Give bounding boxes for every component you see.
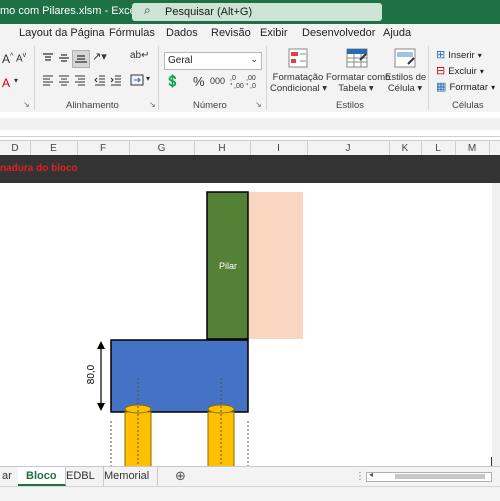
column-header[interactable]: L [421,141,456,156]
tab-formulas[interactable]: Fórmulas [109,27,155,39]
cell-styles-icon [394,48,416,71]
divider [428,46,429,110]
delete-button[interactable]: ⊟ Excluir ▾ [436,64,484,77]
font-color-icon[interactable]: A [2,76,10,90]
svg-text:,0: ,0 [250,83,256,90]
number-format-select[interactable]: Geral ⌄ [164,52,262,70]
tab-view[interactable]: Exibir [260,27,288,39]
number-launcher-icon[interactable]: ↘ [255,100,262,109]
chevron-down-icon: ▾ [491,83,496,92]
decrease-indent-icon[interactable] [94,74,106,89]
svg-text:,0: ,0 [230,75,236,82]
scroll-thumb[interactable] [395,474,485,479]
ribbon: A^ Av A ▾ ↘ ↗▾ ab↵ ▾ Alinhamento ↘ Geral… [0,44,500,113]
align-center-icon[interactable] [58,74,70,89]
column-header[interactable]: M [455,141,490,156]
currency-icon[interactable]: 💲 [165,74,180,88]
title-bar: mo com Pilares.xlsm - Excel ⌕ Pesquisar … [0,0,500,24]
sheet-banner: nadura do bloco [0,155,500,183]
column-header[interactable]: D [0,141,31,156]
alignment-launcher-icon[interactable]: ↘ [149,100,156,109]
foundation-drawing [97,191,303,473]
format-as-table-button[interactable]: Formatar como Tabela ▾ [326,72,390,94]
align-right-icon[interactable] [74,74,86,89]
horizontal-scrollbar[interactable]: ◂ [366,470,492,482]
column-header[interactable]: E [30,141,78,156]
conditional-formatting-button[interactable]: Formatação Condicional ▾ [270,72,327,94]
dimension-label: 80,0 [86,364,98,385]
svg-text:,00: ,00 [246,75,256,82]
insert-button[interactable]: ⊞ Inserir ▾ [436,48,482,61]
chevron-down-icon[interactable]: ▾ [146,74,150,83]
insert-icon: ⊞ [436,49,446,61]
align-left-icon[interactable] [42,74,54,89]
chevron-down-icon[interactable]: ▾ [14,76,18,85]
merge-center-icon[interactable] [130,74,144,89]
divider [266,46,267,110]
formula-input[interactable] [0,118,500,130]
decrease-decimal-icon[interactable]: ,00,0 [246,72,260,93]
tab-page-layout[interactable]: Layout da Página [19,27,105,39]
column-header[interactable]: K [389,141,422,156]
pillar-shadow [249,192,303,339]
block-shape [110,339,249,413]
status-bar [0,486,500,501]
align-bottom-icon[interactable] [72,50,90,68]
pillar-label: Pilar [219,261,238,271]
tab-data[interactable]: Dados [166,27,198,39]
increase-font-icon[interactable]: A^ [2,52,13,66]
search-icon: ⌕ [144,3,151,17]
formula-bar [0,112,500,137]
column-header[interactable]: J [307,141,390,156]
decrease-font-icon[interactable]: Av [16,52,26,64]
divider [34,46,35,110]
column-header[interactable]: H [194,141,251,156]
sheet-tabs-bar: ar Bloco EDBL Memorial ⊕ ⋮ ◂ [0,466,500,487]
search-placeholder: Pesquisar (Alt+G) [165,6,253,18]
tab-developer[interactable]: Desenvolvedor [302,27,375,39]
column-header[interactable]: G [129,141,195,156]
chevron-down-icon: ⌄ [250,54,258,64]
delete-icon: ⊟ [436,65,446,77]
group-label-number: Número [193,100,227,111]
thousands-button[interactable]: 000 [210,76,225,86]
chevron-down-icon: ▾ [479,67,484,76]
sheet-grid[interactable]: Pilar 80,0 [0,183,500,473]
format-as-table-icon [346,48,368,71]
search-box[interactable]: ⌕ Pesquisar (Alt+G) [132,3,382,21]
ribbon-tabs: Layout da Página Fórmulas Dados Revisão … [0,24,500,44]
format-button[interactable]: ▦ Formatar ▾ [436,80,495,93]
vertical-scrollbar[interactable] [492,183,500,466]
divider [158,46,159,110]
group-label-cells: Células [452,100,484,111]
percent-button[interactable]: % [193,74,205,89]
chevron-down-icon: ▾ [477,51,482,60]
format-icon: ▦ [436,81,447,93]
align-middle-icon[interactable] [58,52,70,67]
dimension-arrow-top [97,341,105,349]
group-label-alignment: Alinhamento [66,100,119,111]
tab-review[interactable]: Revisão [211,27,251,39]
increase-decimal-icon[interactable]: ,0,00 [230,72,244,93]
dimension-arrow-bottom [97,403,105,411]
column-header[interactable]: F [77,141,130,156]
svg-text:,00: ,00 [234,83,244,90]
scroll-left-icon[interactable]: ◂ [369,470,373,479]
wrap-text-icon[interactable]: ab↵ [130,50,150,61]
more-options-icon[interactable]: ⋮ [355,471,365,482]
window-title: mo com Pilares.xlsm - Excel [0,5,139,17]
add-sheet-icon[interactable]: ⊕ [175,468,186,484]
group-label-styles: Estilos [336,100,364,111]
banner-title: nadura do bloco [0,163,78,174]
increase-indent-icon[interactable] [110,74,122,89]
orientation-icon[interactable]: ↗▾ [92,50,107,63]
tab-help[interactable]: Ajuda [383,27,411,39]
font-launcher-icon[interactable]: ↘ [23,100,30,109]
sheet-tab[interactable]: Memorial [96,467,159,486]
column-header[interactable]: I [250,141,308,156]
cell-styles-button[interactable]: Estilos de Célula ▾ [385,72,426,94]
conditional-formatting-icon [288,48,308,71]
align-top-icon[interactable] [42,52,54,67]
